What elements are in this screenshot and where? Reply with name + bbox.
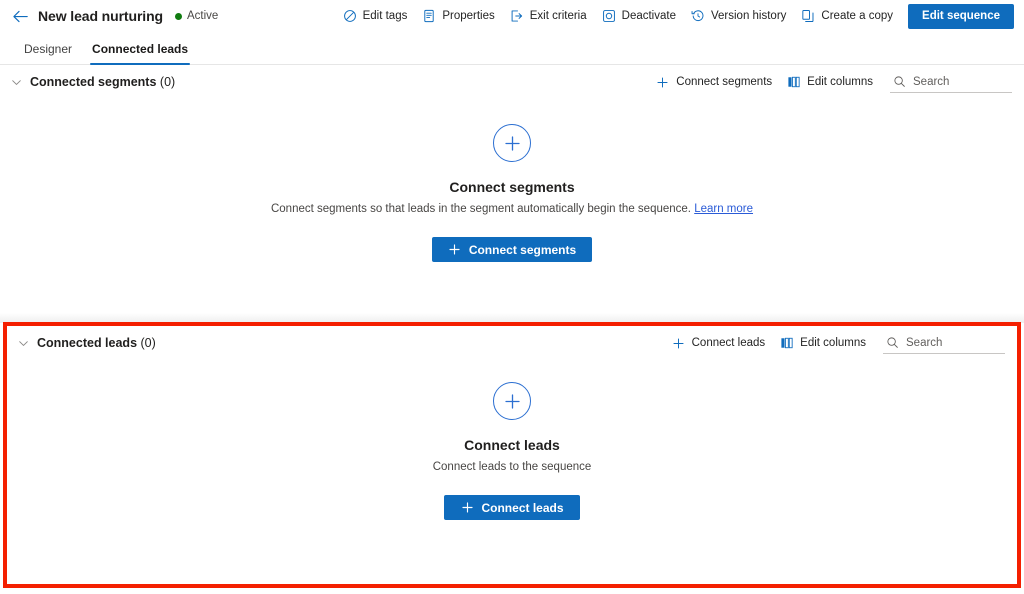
section-count: (0) bbox=[140, 336, 156, 350]
section-title-text: Connected leads bbox=[37, 336, 138, 350]
section-count: (0) bbox=[159, 75, 176, 89]
tab-connected-leads[interactable]: Connected leads bbox=[82, 42, 198, 65]
section-divider bbox=[0, 301, 1024, 323]
command-version-history[interactable]: Version history bbox=[683, 3, 793, 29]
empty-state-description-text: Connect segments so that leads in the se… bbox=[270, 203, 691, 215]
segments-search-input[interactable] bbox=[913, 75, 1010, 88]
connect-segments-action[interactable]: Connect segments bbox=[648, 70, 779, 94]
deactivate-circle-icon bbox=[601, 8, 617, 24]
connect-leads-button[interactable]: Connect leads bbox=[444, 495, 580, 520]
connected-leads-title: Connected leads (0) bbox=[37, 336, 156, 350]
connected-leads-highlight-frame: Connected leads (0) Connect leads Edit c… bbox=[3, 322, 1021, 588]
empty-state-title: Connect segments bbox=[449, 179, 575, 195]
document-properties-icon bbox=[421, 8, 437, 24]
command-bar: Edit tags Properties Exit criteria Deact… bbox=[335, 3, 1014, 29]
connected-leads-section: Connected leads (0) Connect leads Edit c… bbox=[7, 326, 1017, 584]
connect-leads-action[interactable]: Connect leads bbox=[664, 331, 773, 355]
button-label: Connect segments bbox=[468, 242, 577, 257]
leads-search-box[interactable] bbox=[883, 332, 1005, 354]
command-properties[interactable]: Properties bbox=[414, 3, 501, 29]
connected-segments-section: Connected segments (0) Connect segments bbox=[0, 65, 1024, 301]
empty-state-description: Connect segments so that leads in the se… bbox=[271, 203, 753, 215]
back-button[interactable] bbox=[8, 4, 32, 28]
connected-leads-actions: Connect leads Edit columns bbox=[664, 331, 1005, 355]
command-deactivate[interactable]: Deactivate bbox=[594, 3, 683, 29]
plus-icon bbox=[448, 243, 462, 257]
copy-icon bbox=[800, 8, 816, 24]
search-icon bbox=[885, 335, 900, 350]
command-label: Exit criteria bbox=[529, 10, 587, 22]
segments-search-box[interactable] bbox=[890, 71, 1012, 93]
section-title-text: Connected segments bbox=[30, 75, 157, 89]
exit-icon bbox=[509, 8, 525, 24]
connected-segments-header: Connected segments (0) Connect segments bbox=[0, 65, 1024, 99]
plus-circle-icon bbox=[493, 124, 531, 162]
action-label: Connect segments bbox=[676, 76, 773, 88]
tab-designer[interactable]: Designer bbox=[14, 42, 82, 64]
chevron-down-icon[interactable] bbox=[2, 68, 30, 96]
command-label: Create a copy bbox=[821, 10, 894, 22]
page-header: New lead nurturing Active Edit tags Prop… bbox=[0, 0, 1024, 32]
edit-sequence-button[interactable]: Edit sequence bbox=[908, 3, 1014, 29]
command-label: Properties bbox=[442, 10, 495, 22]
action-label: Edit columns bbox=[807, 76, 873, 88]
status-dot bbox=[175, 12, 182, 20]
edit-columns-icon bbox=[779, 336, 794, 351]
plus-icon bbox=[671, 336, 686, 351]
edit-columns-icon bbox=[786, 75, 801, 90]
history-clock-icon bbox=[690, 8, 706, 24]
plus-icon bbox=[655, 75, 670, 90]
connected-segments-actions: Connect segments Edit columns bbox=[648, 70, 1012, 94]
edit-columns-action[interactable]: Edit columns bbox=[779, 70, 880, 94]
command-edit-tags[interactable]: Edit tags bbox=[335, 3, 415, 29]
empty-state-title: Connect leads bbox=[464, 437, 560, 453]
plus-circle-icon bbox=[493, 382, 531, 420]
connected-leads-header: Connected leads (0) Connect leads Edit c… bbox=[7, 326, 1017, 360]
learn-more-link[interactable]: Learn more bbox=[694, 203, 753, 215]
command-exit-criteria[interactable]: Exit criteria bbox=[502, 3, 594, 29]
command-create-a-copy[interactable]: Create a copy bbox=[793, 3, 900, 29]
button-label: Connect leads bbox=[481, 500, 564, 515]
connected-leads-empty-state: Connect leads Connect leads to the seque… bbox=[7, 382, 1017, 520]
connected-segments-empty-state: Connect segments Connect segments so tha… bbox=[0, 124, 1024, 262]
sequence-detail-page: New lead nurturing Active Edit tags Prop… bbox=[0, 0, 1024, 594]
command-label: Edit tags bbox=[362, 10, 408, 22]
plus-icon bbox=[460, 501, 474, 515]
chevron-down-icon[interactable] bbox=[9, 329, 37, 357]
status-label: Active bbox=[187, 10, 219, 22]
search-icon bbox=[892, 74, 907, 89]
command-label: Deactivate bbox=[621, 10, 676, 22]
action-label: Edit columns bbox=[800, 337, 866, 349]
connect-segments-button[interactable]: Connect segments bbox=[431, 237, 593, 262]
empty-state-description: Connect leads to the sequence bbox=[432, 461, 592, 473]
page-title: New lead nurturing bbox=[38, 8, 163, 24]
edit-columns-action[interactable]: Edit columns bbox=[772, 331, 873, 355]
leads-search-input[interactable] bbox=[906, 336, 1003, 349]
tab-bar: Designer Connected leads bbox=[0, 32, 1024, 65]
command-label: Version history bbox=[710, 10, 787, 22]
action-label: Connect leads bbox=[691, 337, 766, 349]
status-badge: Active bbox=[175, 10, 218, 22]
connected-segments-title: Connected segments (0) bbox=[30, 75, 175, 89]
tag-icon bbox=[342, 8, 358, 24]
